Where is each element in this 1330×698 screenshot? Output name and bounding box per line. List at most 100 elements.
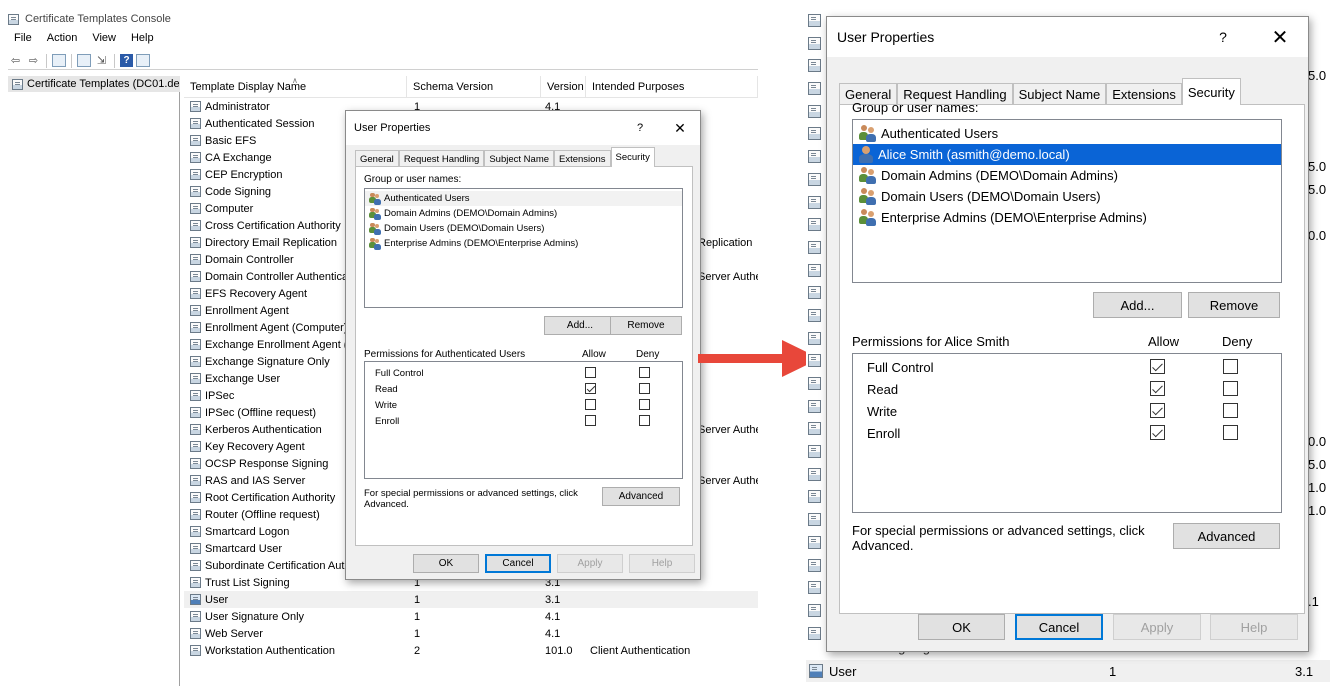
advanced-button[interactable]: Advanced — [1173, 523, 1280, 549]
deny-checkbox[interactable] — [1223, 403, 1238, 418]
list-item[interactable]: Enterprise Admins (DEMO\Enterprise Admin… — [365, 236, 682, 251]
context-help-button[interactable]: ? — [620, 122, 660, 134]
dialog-title: User Properties — [354, 122, 431, 134]
tab-extensions[interactable]: Extensions — [554, 150, 611, 167]
group-names-list[interactable]: Authenticated Users Domain Admins (DEMO\… — [364, 188, 683, 308]
tab-security[interactable]: Security — [1181, 78, 1241, 105]
tab-general[interactable]: General — [355, 150, 399, 167]
deny-checkbox[interactable] — [1223, 381, 1238, 396]
deny-checkbox[interactable] — [639, 399, 650, 410]
user-name: Authenticated Users — [384, 193, 470, 204]
menu-help[interactable]: Help — [131, 32, 154, 44]
list-item-selected[interactable]: Alice Smith (asmith@demo.local) — [853, 144, 1281, 165]
ok-button[interactable]: OK — [413, 554, 479, 573]
column-header-schema-version[interactable]: Schema Version — [407, 76, 541, 97]
allow-checkbox[interactable] — [1150, 403, 1165, 418]
list-item[interactable]: Domain Admins (DEMO\Domain Admins) — [365, 206, 682, 221]
allow-checkbox[interactable] — [585, 383, 596, 394]
user-name: Enterprise Admins (DEMO\Enterprise Admin… — [384, 238, 579, 249]
list-item[interactable]: Authenticated Users — [853, 123, 1281, 144]
dialog-titlebar: User Properties ? ✕ — [346, 111, 700, 145]
deny-checkbox[interactable] — [639, 415, 650, 426]
tree-node-certificate-templates[interactable]: Certificate Templates (DC01.den — [8, 76, 180, 92]
certificate-template-icon — [808, 104, 821, 118]
menu-view[interactable]: View — [92, 32, 116, 44]
remove-button[interactable]: Remove — [1188, 292, 1280, 318]
list-item[interactable]: Enterprise Admins (DEMO\Enterprise Admin… — [853, 207, 1281, 228]
allow-checkbox[interactable] — [1150, 359, 1165, 374]
show-hide-tree-icon[interactable] — [52, 54, 66, 67]
allow-checkbox[interactable] — [1150, 381, 1165, 396]
table-row[interactable]: Web Server 1 4.1 — [184, 625, 758, 642]
allow-checkbox[interactable] — [585, 367, 596, 378]
close-icon[interactable]: ✕ — [660, 120, 700, 137]
help-icon[interactable]: ? — [120, 54, 133, 67]
certificate-template-icon — [190, 254, 201, 265]
properties-icon[interactable] — [77, 54, 91, 67]
cell-version: 4.1 — [545, 610, 561, 623]
template-name: Directory Email Replication — [205, 236, 338, 249]
tab-request-handling[interactable]: Request Handling — [398, 150, 485, 167]
close-icon[interactable]: ✕ — [1252, 25, 1308, 50]
tab-security[interactable]: Security — [610, 147, 655, 167]
list-item[interactable]: Authenticated Users — [365, 191, 682, 206]
deny-checkbox[interactable] — [1223, 425, 1238, 440]
context-help-button[interactable]: ? — [1194, 29, 1252, 45]
certificate-template-icon — [190, 611, 201, 622]
deny-checkbox[interactable] — [639, 383, 650, 394]
template-name: RAS and IAS Server — [205, 474, 306, 487]
tab-subject-name[interactable]: Subject Name — [1012, 83, 1107, 105]
add-button[interactable]: Add... — [1093, 292, 1182, 318]
allow-checkbox[interactable] — [585, 399, 596, 410]
dialog-title: User Properties — [837, 29, 935, 45]
help-button[interactable]: Help — [1210, 614, 1298, 640]
advanced-hint-text: For special permissions or advanced sett… — [852, 523, 1145, 553]
group-names-list[interactable]: Authenticated Users Alice Smith (asmith@… — [852, 119, 1282, 283]
cell-display-name: User — [184, 594, 407, 606]
menu-action[interactable]: Action — [47, 32, 78, 44]
template-name: Smartcard Logon — [205, 525, 290, 538]
toolbar-divider — [46, 53, 47, 68]
template-name: IPSec (Offline request) — [205, 406, 317, 419]
export-list-icon[interactable]: ⇲ — [94, 54, 109, 68]
column-header-version[interactable]: Version — [541, 76, 586, 97]
forward-arrow-icon[interactable]: ⇨ — [26, 54, 41, 68]
allow-checkbox[interactable] — [1150, 425, 1165, 440]
remove-button[interactable]: Remove — [610, 316, 682, 335]
column-header-intended-purposes[interactable]: Intended Purposes — [586, 76, 758, 97]
list-item[interactable]: Domain Admins (DEMO\Domain Admins) — [853, 165, 1281, 186]
certificate-template-icon — [190, 509, 201, 520]
help-button[interactable]: Help — [629, 554, 695, 573]
apply-button[interactable]: Apply — [557, 554, 623, 573]
permissions-label: Permissions for Authenticated Users — [364, 349, 526, 360]
tab-extensions[interactable]: Extensions — [1106, 83, 1182, 105]
template-name: Enrollment Agent — [205, 304, 289, 317]
ok-button[interactable]: OK — [918, 614, 1005, 640]
table-row[interactable]: User 1 3.1 — [184, 591, 758, 608]
allow-checkbox[interactable] — [585, 415, 596, 426]
list-item[interactable]: Domain Users (DEMO\Domain Users) — [853, 186, 1281, 207]
table-row[interactable]: User Signature Only 1 4.1 — [184, 608, 758, 625]
action-pane-icon[interactable] — [136, 54, 150, 67]
certificate-template-icon — [808, 82, 821, 96]
cancel-button[interactable]: Cancel — [1015, 614, 1103, 640]
cell-schema-version: 1 — [414, 627, 421, 640]
back-arrow-icon[interactable]: ⇦ — [8, 54, 23, 68]
add-button[interactable]: Add... — [544, 316, 616, 335]
apply-button[interactable]: Apply — [1113, 614, 1201, 640]
tab-subject-name[interactable]: Subject Name — [484, 150, 555, 167]
transition-arrow-icon — [698, 340, 820, 377]
menu-file[interactable]: File — [14, 32, 32, 44]
deny-column-label: Deny — [636, 349, 660, 360]
certificate-template-icon — [190, 220, 201, 231]
certificate-template-icon — [808, 581, 821, 595]
certificate-template-icon — [190, 441, 201, 452]
user-row-highlighted[interactable]: User 1 3.1 — [806, 660, 1330, 682]
list-item[interactable]: Domain Users (DEMO\Domain Users) — [365, 221, 682, 236]
deny-checkbox[interactable] — [1223, 359, 1238, 374]
table-row[interactable]: Workstation Authentication 2 101.0 Client A… — [184, 642, 758, 659]
advanced-button[interactable]: Advanced — [602, 487, 680, 506]
deny-checkbox[interactable] — [639, 367, 650, 378]
cell-intended-purposes: Server Authe — [698, 474, 758, 487]
cancel-button[interactable]: Cancel — [485, 554, 551, 573]
